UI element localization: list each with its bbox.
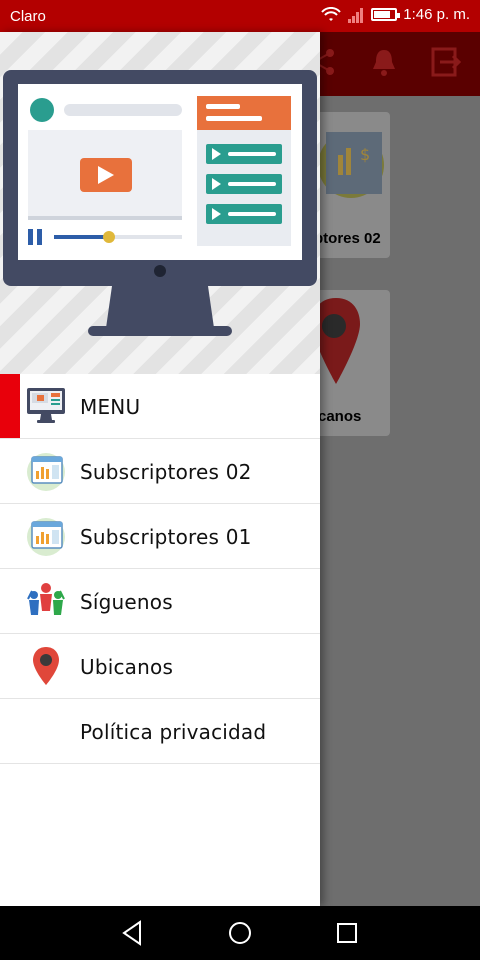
dashboard-icon: [27, 453, 65, 491]
menu-item-subscriptores-02[interactable]: Subscriptores 02: [0, 439, 320, 504]
menu-item-menu[interactable]: MENU: [0, 374, 320, 439]
menu-item-siguenos[interactable]: Síguenos: [0, 569, 320, 634]
status-bar: Claro 1:46 p. m.: [0, 0, 480, 32]
bell-icon[interactable]: [364, 42, 404, 82]
svg-text:$: $: [360, 145, 370, 164]
location-pin-icon: [33, 647, 59, 685]
logout-icon[interactable]: [426, 42, 466, 82]
signal-icon: [348, 7, 364, 23]
recents-icon[interactable]: [332, 918, 362, 948]
people-icon: [27, 583, 65, 615]
card-label: ptores 02: [314, 230, 381, 247]
battery-icon: [371, 8, 401, 21]
back-icon[interactable]: [118, 918, 148, 948]
menu-item-label: Ubicanos: [80, 655, 174, 679]
menu-item-label: MENU: [80, 395, 141, 419]
menu-item-label: Subscriptores 02: [80, 460, 252, 484]
home-icon[interactable]: [225, 918, 255, 948]
status-icons: 1:46 p. m.: [321, 6, 470, 23]
monitor-icon: [27, 388, 65, 423]
dashboard-icon: $: [318, 132, 384, 198]
menu-item-ubicanos[interactable]: Ubicanos: [0, 634, 320, 699]
wifi-icon: [321, 6, 342, 21]
menu-item-subscriptores-01[interactable]: Subscriptores 01: [0, 504, 320, 569]
monitor-illustration: [3, 70, 317, 336]
menu-item-label: Síguenos: [80, 590, 173, 614]
navigation-drawer: MENU Subscriptores 02 Subscriptores 01 S…: [0, 32, 320, 906]
clock: 1:46 p. m.: [403, 6, 470, 23]
dashboard-icon: [27, 518, 65, 556]
drawer-menu: MENU Subscriptores 02 Subscriptores 01 S…: [0, 374, 320, 764]
menu-item-label: Subscriptores 01: [80, 525, 252, 549]
menu-item-politica-privacidad[interactable]: Política privacidad: [0, 699, 320, 764]
drawer-header-illustration: [0, 32, 320, 374]
menu-item-label: Política privacidad: [80, 720, 267, 744]
card-label: canos: [318, 408, 362, 425]
carrier-label: Claro: [10, 8, 46, 25]
system-nav-bar: [0, 906, 480, 960]
